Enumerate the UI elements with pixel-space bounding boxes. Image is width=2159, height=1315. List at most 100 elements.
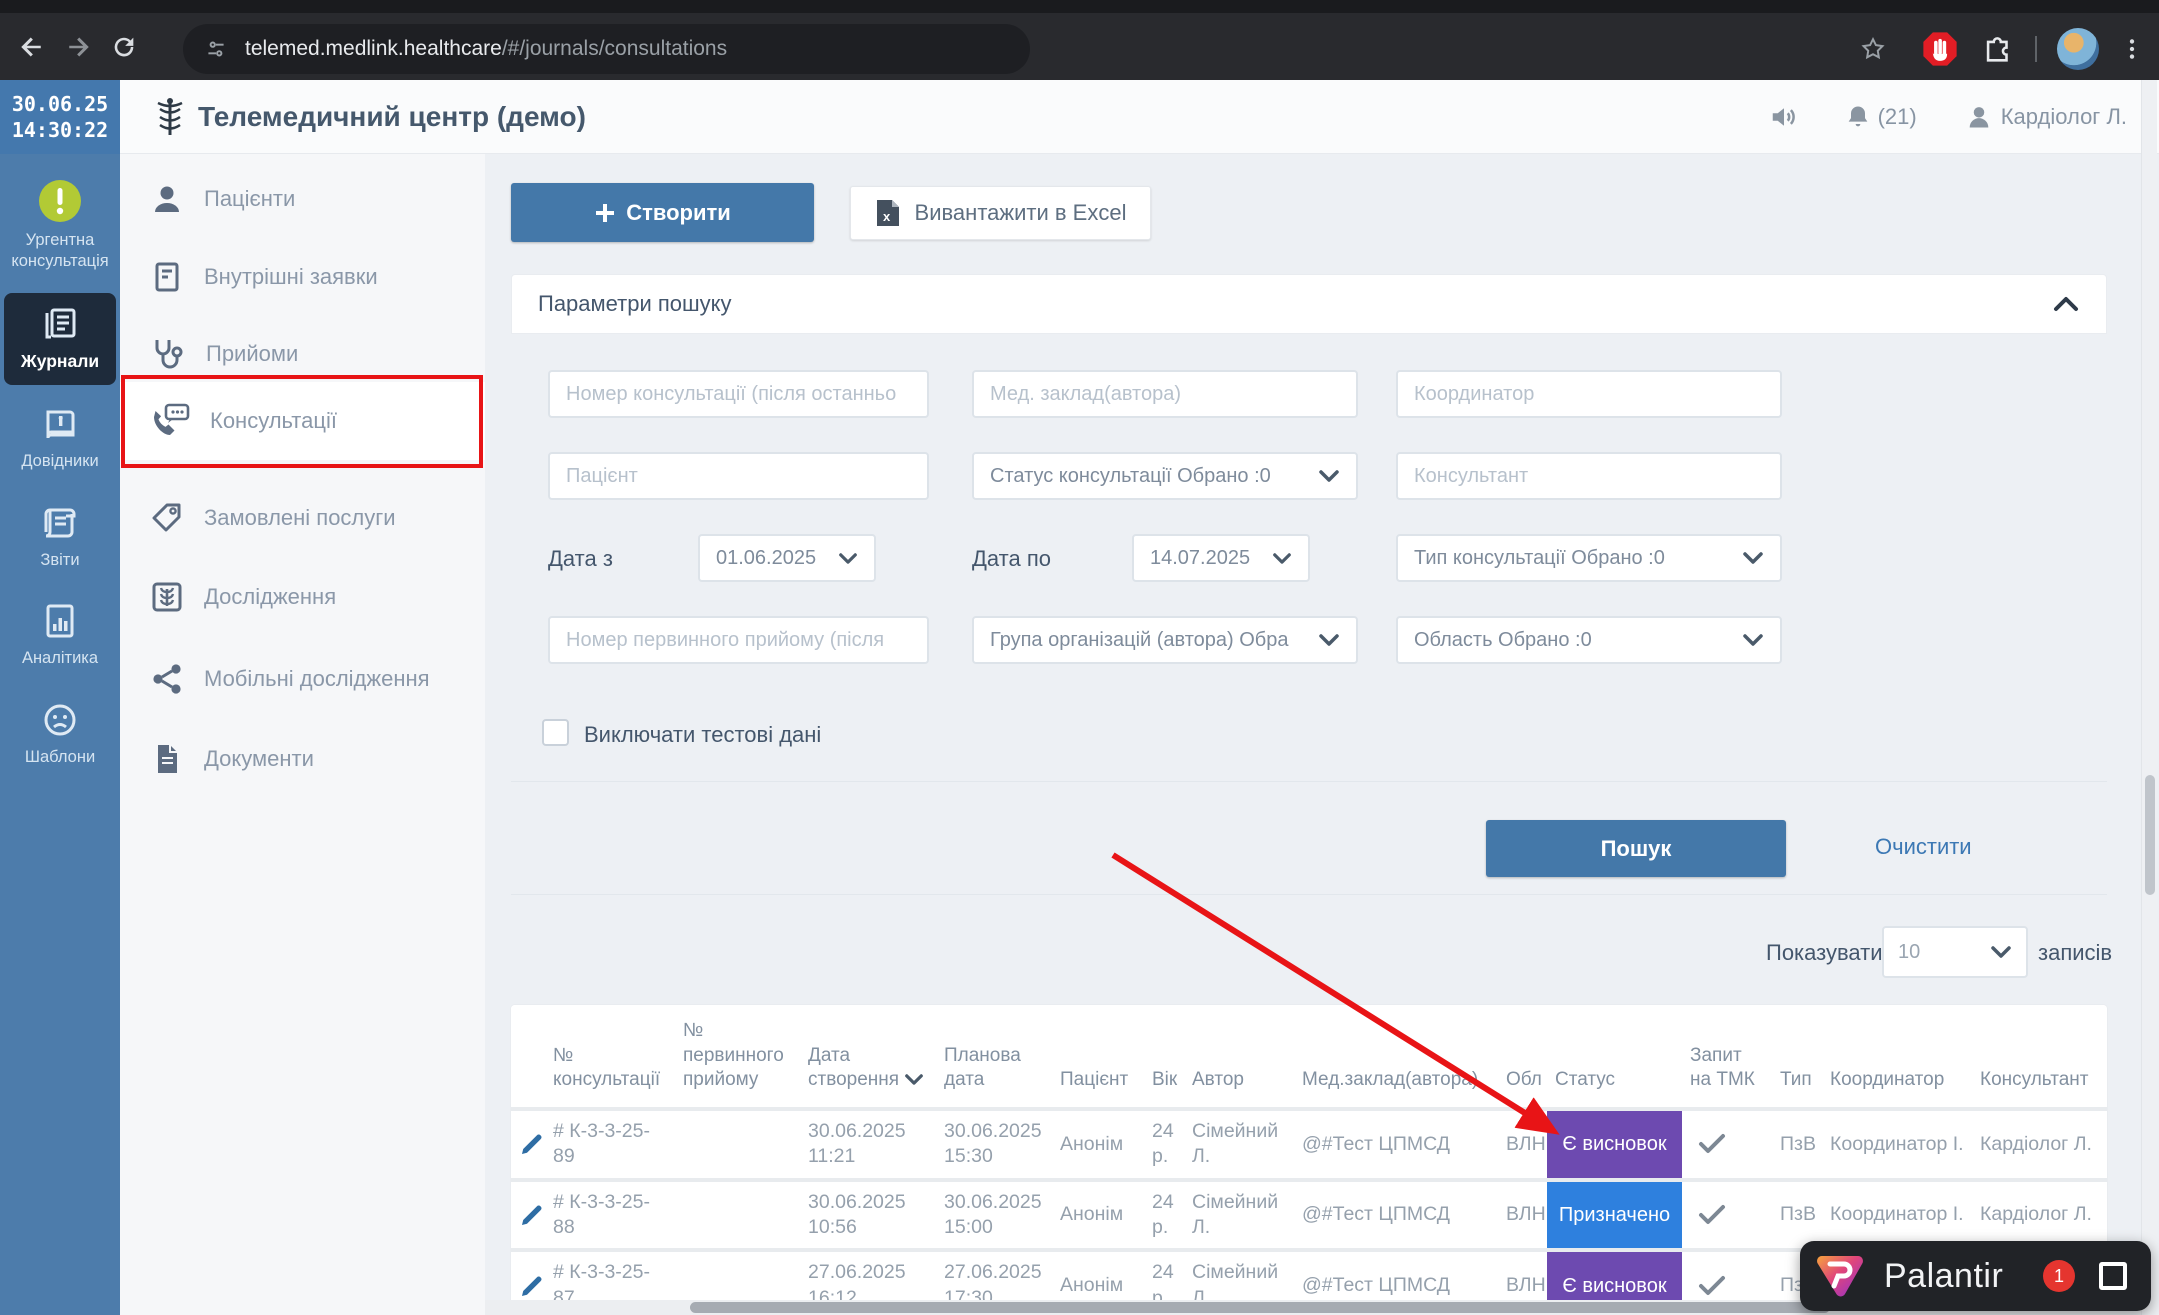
med-org-cell: @#Тест ЦПМСД: [1294, 1178, 1498, 1249]
notifications-button[interactable]: (21): [1844, 102, 1917, 132]
sidebar-item-documents[interactable]: Документи: [120, 720, 485, 798]
vertical-scrollbar[interactable]: [2141, 80, 2157, 1315]
col-planned-date[interactable]: Планова дата: [936, 1005, 1052, 1107]
chevron-down-icon: [1318, 633, 1340, 647]
document-icon: [150, 742, 184, 776]
internal-request-icon: [150, 260, 184, 294]
nav-label: Шаблони: [25, 747, 95, 768]
examination-icon: [150, 580, 184, 614]
consult-number-cell[interactable]: # К-3-3-25-89: [545, 1107, 675, 1178]
nav-label: Ургентна консультація: [6, 230, 114, 271]
exclude-test-data-checkbox[interactable]: [542, 719, 569, 746]
date-from-value: 01.06.2025: [716, 547, 816, 570]
user-menu[interactable]: Кардіолог Л.: [1965, 103, 2127, 131]
sort-desc-icon[interactable]: [904, 1073, 924, 1086]
horizontal-scrollbar-thumb[interactable]: [690, 1302, 1830, 1313]
col-edit: [511, 1005, 545, 1107]
status-badge: Є висновок: [1547, 1111, 1682, 1178]
collapse-chevron-up-icon[interactable]: [2052, 295, 2080, 313]
col-primary-number[interactable]: № первинного прийому: [675, 1005, 800, 1107]
palantir-widget[interactable]: Palantir 1: [1800, 1241, 2151, 1311]
browser-menu-button[interactable]: [2119, 34, 2145, 64]
region-select[interactable]: Область Обрано :0: [1396, 616, 1782, 664]
patient-input[interactable]: Пацієнт: [548, 452, 929, 500]
per-page-select[interactable]: 10: [1882, 926, 2028, 978]
col-consult-number[interactable]: № консультації: [545, 1005, 675, 1107]
nav-item-journals[interactable]: Журнали: [4, 293, 116, 385]
consultant-input[interactable]: Консультант: [1396, 452, 1782, 500]
adblock-extension-button[interactable]: [1921, 30, 1959, 68]
col-status[interactable]: Статус: [1547, 1005, 1682, 1107]
nav-item-directories[interactable]: Довідники: [4, 393, 116, 484]
consult-number-input[interactable]: Номер консультації (після останньо: [548, 370, 929, 418]
chevron-down-icon: [838, 552, 858, 565]
coordinator-cell: Координатор І.: [1822, 1178, 1972, 1249]
search-panel-header[interactable]: Параметри пошуку: [511, 274, 2107, 334]
sound-button[interactable]: [1768, 102, 1800, 132]
nav-item-analytics[interactable]: Аналітика: [4, 590, 116, 681]
profile-avatar[interactable]: [2057, 28, 2099, 70]
nav-item-urgent-consultation[interactable]: Ургентна консультація: [4, 168, 116, 283]
col-author[interactable]: Автор: [1184, 1005, 1294, 1107]
url-text[interactable]: telemed.medlink.healthcare/#/journals/co…: [245, 37, 727, 61]
type-cell: ПзВ: [1772, 1178, 1822, 1249]
col-region[interactable]: Обл: [1498, 1005, 1547, 1107]
col-tmk-request[interactable]: Запит на ТМК: [1682, 1005, 1772, 1107]
url-path: /#/journals/consultations: [502, 37, 727, 60]
sidebar-item-mobile-examinations[interactable]: Мобільні дослідження: [120, 640, 485, 718]
create-button[interactable]: Створити: [511, 183, 814, 242]
sidebar-item-ordered-services[interactable]: Замовлені послуги: [120, 479, 485, 557]
edit-cell[interactable]: [511, 1107, 545, 1178]
bookmark-star-button[interactable]: [1851, 27, 1895, 71]
org-group-select[interactable]: Група організацій (автора) Обра: [972, 616, 1358, 664]
edit-pencil-icon[interactable]: [519, 1202, 545, 1228]
date-to-select[interactable]: 14.07.2025: [1132, 534, 1310, 582]
consultant-cell: Кардіолог Л.: [1972, 1178, 2107, 1249]
page-title: Телемедичний центр (демо): [198, 101, 586, 133]
edit-pencil-icon[interactable]: [519, 1131, 545, 1157]
col-consultant[interactable]: Консультант: [1972, 1005, 2107, 1107]
sidebar-item-examinations[interactable]: Дослідження: [120, 558, 485, 636]
sidebar-item-internal-requests[interactable]: Внутрішні заявки: [120, 238, 485, 316]
col-med-org[interactable]: Мед.заклад(автора): [1294, 1005, 1498, 1107]
palantir-window-icon[interactable]: [2099, 1262, 2127, 1290]
clear-button[interactable]: Очистити: [1875, 834, 1972, 860]
consult-type-select[interactable]: Тип консультації Обрано :0: [1396, 534, 1782, 582]
col-age[interactable]: Вік: [1144, 1005, 1184, 1107]
browser-forward-button[interactable]: [56, 25, 100, 69]
coordinator-input[interactable]: Координатор: [1396, 370, 1782, 418]
status-select[interactable]: Статус консультації Обрано :0: [972, 452, 1358, 500]
address-bar[interactable]: telemed.medlink.healthcare/#/journals/co…: [183, 24, 1030, 74]
primary-number-input[interactable]: Номер первинного прийому (після: [548, 616, 929, 664]
col-type[interactable]: Тип: [1772, 1005, 1822, 1107]
table-row: # К-3-3-25-88 30.06.2025 10:56 30.06.202…: [511, 1178, 2107, 1249]
browser-back-button[interactable]: [10, 25, 54, 69]
table-row: # К-3-3-25-89 30.06.2025 11:21 30.06.202…: [511, 1107, 2107, 1178]
nav-label: Довідники: [21, 451, 98, 472]
export-excel-button[interactable]: x Вивантажити в Excel: [850, 186, 1151, 240]
nav-item-reports[interactable]: Звіти: [4, 492, 116, 583]
reference-book-icon: [39, 403, 81, 445]
primary-number-cell: [675, 1178, 800, 1249]
nav-item-templates[interactable]: Шаблони: [4, 689, 116, 780]
edit-cell[interactable]: [511, 1178, 545, 1249]
col-created-date[interactable]: Дата створення: [800, 1005, 936, 1107]
sidebar-item-patients[interactable]: Пацієнти: [120, 160, 485, 238]
patient-cell: Анонім: [1052, 1107, 1144, 1178]
med-org-input[interactable]: Мед. заклад(автора): [972, 370, 1358, 418]
consult-number-cell[interactable]: # К-3-3-25-88: [545, 1178, 675, 1249]
col-coordinator[interactable]: Координатор: [1822, 1005, 1972, 1107]
extensions-button[interactable]: [1981, 32, 2015, 66]
sidebar-item-consultations[interactable]: Консультації: [120, 382, 485, 460]
vertical-scrollbar-thumb[interactable]: [2145, 775, 2155, 895]
edit-pencil-icon[interactable]: [519, 1273, 545, 1299]
browser-reload-button[interactable]: [102, 25, 146, 69]
status-select-value: Статус консультації Обрано :0: [990, 465, 1271, 488]
search-button[interactable]: Пошук: [1486, 820, 1786, 877]
per-page-value: 10: [1898, 941, 1920, 964]
chevron-down-icon: [1272, 552, 1292, 565]
col-patient[interactable]: Пацієнт: [1052, 1005, 1144, 1107]
site-settings-icon[interactable]: [203, 36, 229, 62]
primary-sidebar: 30.06.25 14:30:22 Ургентна консультація …: [0, 80, 120, 1315]
date-from-select[interactable]: 01.06.2025: [698, 534, 876, 582]
